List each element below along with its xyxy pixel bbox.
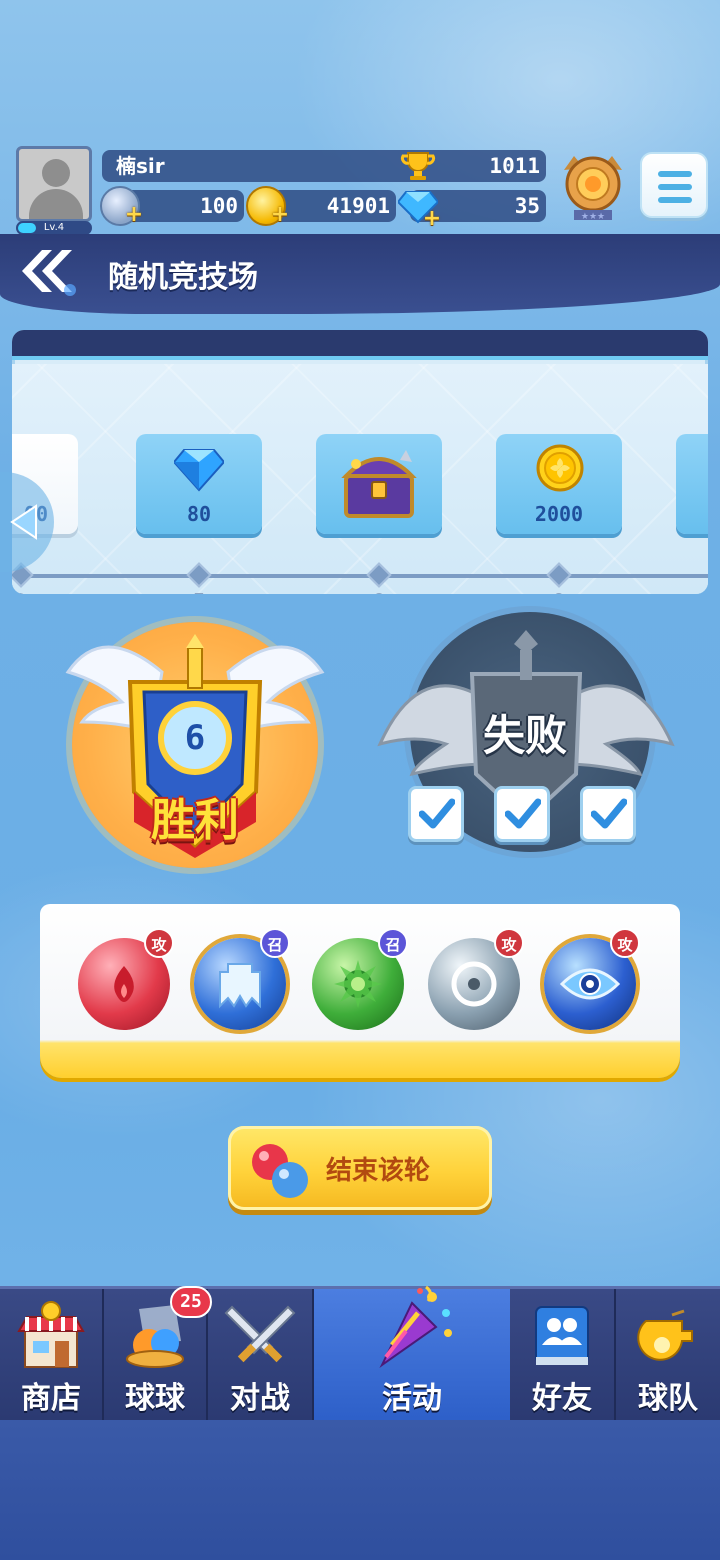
- nav-label: 商店: [21, 1381, 81, 1416]
- node-label: 6: [12, 590, 34, 594]
- track-node: [186, 562, 212, 588]
- end-round-button[interactable]: 结束该轮: [228, 1126, 492, 1210]
- menu-button[interactable]: [640, 152, 708, 218]
- ball-eye-vortex[interactable]: 攻: [544, 928, 640, 1030]
- win-count: 6: [184, 718, 206, 758]
- nav-label: 球队: [638, 1381, 698, 1416]
- nav-battle[interactable]: 对战: [208, 1289, 314, 1423]
- level-badge: Lv.4: [16, 221, 92, 235]
- avatar[interactable]: [16, 146, 92, 222]
- loss-checkbox-1: [408, 786, 464, 842]
- back-button[interactable]: [12, 246, 76, 296]
- nature-icon: [334, 960, 382, 1008]
- reward-card-7[interactable]: 80: [136, 434, 262, 534]
- gold-coin-icon: [536, 444, 584, 492]
- reward-card-9[interactable]: 2000: [496, 434, 622, 534]
- reward-value: 80: [186, 502, 212, 526]
- gem-add-icon[interactable]: +: [396, 190, 441, 230]
- trophy-count: 1011: [489, 154, 540, 178]
- balls-icon: [252, 1144, 308, 1198]
- bottom-safe-area: [0, 1420, 720, 1560]
- wind-vortex-icon: [451, 961, 497, 1007]
- trophy-icon: [401, 152, 435, 180]
- nav-events[interactable]: 活动: [314, 1285, 510, 1423]
- friends-book-icon: [535, 1306, 589, 1365]
- nav-label: 对战: [230, 1381, 290, 1416]
- progress-line: [12, 574, 708, 578]
- reward-card-10[interactable]: [676, 434, 708, 534]
- party-popper-icon: [379, 1285, 452, 1369]
- loss-checkbox-3: [580, 786, 636, 842]
- rank-medal-icon[interactable]: ★★★: [560, 150, 626, 226]
- ball-nature[interactable]: 召: [312, 928, 408, 1030]
- node-label: 7: [184, 590, 214, 594]
- gem-icon: [174, 449, 224, 492]
- shop-icon: [17, 1301, 85, 1368]
- node-label: 8: [364, 590, 394, 594]
- ball-wind[interactable]: 攻: [428, 928, 524, 1030]
- nav-team[interactable]: 球队: [616, 1289, 720, 1423]
- reward-value: 2000: [534, 502, 584, 526]
- defeat-label: 失败: [482, 711, 567, 760]
- end-round-label: 结束该轮: [326, 1156, 431, 1186]
- gold-add-icon[interactable]: +: [246, 186, 289, 226]
- reward-card-8[interactable]: [316, 434, 442, 534]
- track-node: [546, 562, 572, 588]
- summon-tag: 召: [378, 928, 408, 958]
- track-node: [366, 562, 392, 588]
- eye-icon: [560, 968, 620, 1000]
- whistle-icon: [637, 1309, 693, 1361]
- attack-tag: 攻: [144, 928, 174, 958]
- ice-castle-icon: [219, 963, 261, 1009]
- nav-label: 好友: [532, 1381, 592, 1416]
- page-title: 随机竞技场: [108, 260, 258, 295]
- node-label: 9: [544, 590, 574, 594]
- fire-icon: [114, 966, 134, 1002]
- bottom-nav: 商店 球球 对战 活动 好友 球队: [0, 1285, 720, 1423]
- svg-text:★★★: ★★★: [581, 212, 605, 222]
- ball-fire[interactable]: 攻: [78, 928, 174, 1030]
- crossed-swords-icon: [224, 1305, 296, 1363]
- nav-label: 活动: [382, 1381, 442, 1416]
- attack-tag: 攻: [610, 928, 640, 958]
- nav-label: 球球: [125, 1381, 185, 1416]
- ticket-add-icon[interactable]: +: [100, 186, 143, 226]
- attack-tag: 攻: [494, 928, 524, 958]
- treasure-chest-icon: [341, 450, 417, 518]
- reward-track: 00 80 2000: [12, 330, 708, 594]
- nav-friends[interactable]: 好友: [510, 1289, 616, 1423]
- victory-label: 胜利: [151, 795, 239, 846]
- loss-checkbox-2: [494, 786, 550, 842]
- ball-ice-castle[interactable]: 召: [194, 928, 290, 1030]
- balls-badge: 25: [170, 1286, 212, 1318]
- summon-tag: 召: [260, 928, 290, 958]
- nav-shop[interactable]: 商店: [0, 1289, 104, 1423]
